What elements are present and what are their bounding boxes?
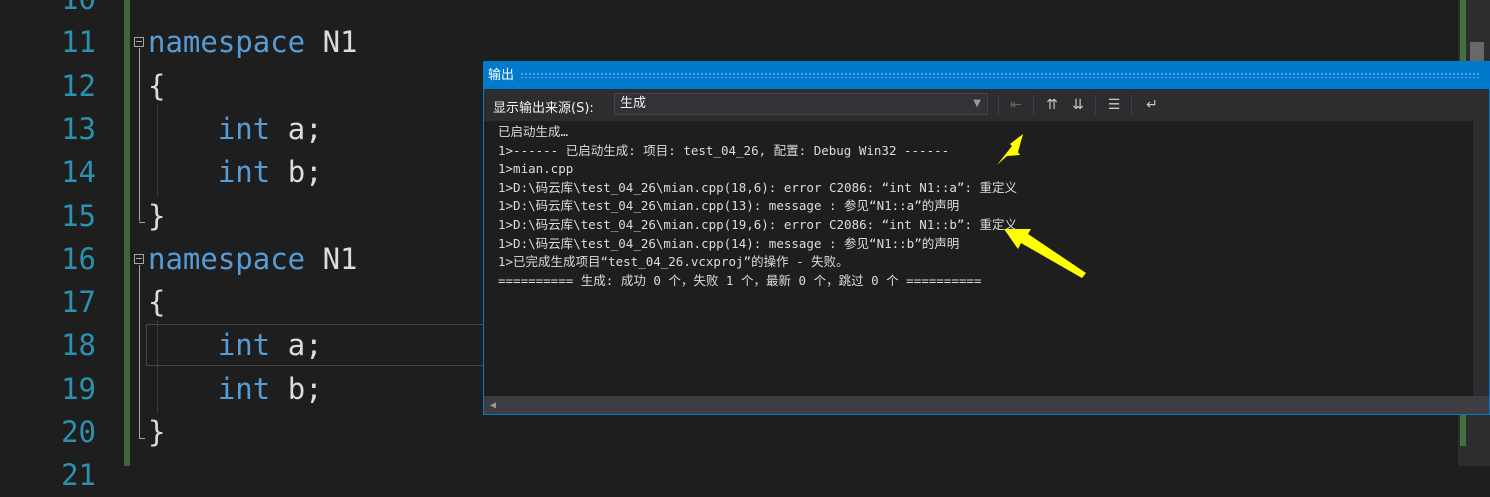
title-grip bbox=[520, 72, 1481, 78]
code-token: a; bbox=[270, 328, 323, 363]
code-keyword: namespace bbox=[148, 241, 306, 276]
line-number: 18 bbox=[61, 328, 96, 363]
code-token: } bbox=[148, 415, 166, 449]
code-token: N1 bbox=[305, 241, 358, 276]
collapse-region-icon[interactable] bbox=[134, 253, 144, 264]
code-line[interactable]: } bbox=[148, 411, 165, 454]
code-line[interactable]: { bbox=[148, 281, 165, 324]
output-line: 1>已完成生成项目“test_04_26.vcxproj”的操作 - 失败。 bbox=[498, 254, 849, 270]
code-keyword: int bbox=[217, 328, 271, 363]
output-line: 1>D:\码云库\test_04_26\mian.cpp(14): messag… bbox=[498, 235, 960, 251]
code-keyword: int bbox=[217, 371, 271, 406]
collapse-region-icon[interactable] bbox=[134, 37, 144, 48]
code-token: { bbox=[148, 285, 166, 320]
change-tracking-bar bbox=[124, 0, 130, 466]
line-number: 16 bbox=[61, 241, 96, 276]
toggle-word-wrap-icon[interactable]: ↵ bbox=[1142, 95, 1162, 115]
output-line: 1>------ 已启动生成: 项目: test_04_26, 配置: Debu… bbox=[498, 142, 950, 158]
output-source-value: 生成 bbox=[620, 96, 647, 111]
clear-all-icon[interactable]: ☰ bbox=[1104, 95, 1124, 115]
line-number: 12 bbox=[61, 68, 96, 103]
code-line[interactable]: } bbox=[148, 195, 165, 238]
line-number: 13 bbox=[61, 111, 96, 146]
code-token: b; bbox=[270, 155, 323, 190]
toolbar-separator bbox=[1095, 95, 1096, 115]
code-keyword: namespace bbox=[148, 25, 306, 60]
code-line[interactable]: namespace N1 bbox=[148, 238, 358, 281]
code-line[interactable]: { bbox=[148, 65, 165, 108]
line-number: 19 bbox=[61, 371, 96, 406]
indent-guide bbox=[157, 321, 158, 413]
toolbar-separator bbox=[1033, 95, 1034, 115]
code-token: N1 bbox=[305, 25, 358, 60]
output-toolbar: 显示输出来源(S): 生成 ▼ ⇤ ⇈ ⇊ ☰ ↵ bbox=[484, 89, 1489, 121]
fold-guide bbox=[139, 264, 140, 438]
chevron-down-icon: ▼ bbox=[973, 98, 981, 109]
output-title: 输出 bbox=[488, 68, 515, 83]
output-horizontal-scrollbar[interactable]: ◀ bbox=[484, 396, 1489, 414]
code-keyword: int bbox=[217, 155, 271, 190]
toolbar-separator bbox=[1131, 95, 1132, 115]
output-line: 1>D:\码云库\test_04_26\mian.cpp(18,6): erro… bbox=[498, 179, 1018, 195]
output-source-label: 显示输出来源(S): bbox=[493, 101, 594, 116]
output-text[interactable]: 已启动生成… 1>------ 已启动生成: 项目: test_04_26, 配置… bbox=[498, 123, 1479, 290]
line-number: 17 bbox=[61, 285, 96, 320]
code-token: { bbox=[148, 68, 166, 103]
indent-guide bbox=[157, 104, 158, 197]
goto-previous-message-icon[interactable]: ⇤ bbox=[1006, 95, 1026, 115]
code-line[interactable]: int b; bbox=[148, 368, 323, 411]
find-message-up-icon[interactable]: ⇈ bbox=[1042, 95, 1062, 115]
code-line[interactable]: namespace N1 bbox=[148, 21, 358, 64]
output-line: 1>D:\码云库\test_04_26\mian.cpp(19,6): erro… bbox=[498, 216, 1018, 232]
fold-guide bbox=[139, 48, 140, 222]
output-line: 1>D:\码云库\test_04_26\mian.cpp(13): messag… bbox=[498, 198, 960, 214]
line-number: 21 bbox=[61, 458, 96, 493]
code-line[interactable]: int a; bbox=[148, 108, 323, 151]
code-keyword: int bbox=[217, 111, 271, 146]
output-line: 已启动生成… bbox=[498, 124, 569, 139]
line-number: 10 bbox=[0, 0, 96, 21]
code-line[interactable]: int b; bbox=[148, 151, 323, 194]
fold-end bbox=[139, 221, 145, 223]
fold-end bbox=[139, 438, 145, 439]
code-token: b; bbox=[270, 371, 323, 406]
code-line[interactable]: int a; bbox=[148, 324, 323, 367]
output-window[interactable]: 输出 显示输出来源(S): 生成 ▼ ⇤ ⇈ ⇊ ☰ ↵ 已启动生成… 1>---… bbox=[483, 61, 1490, 415]
line-number: 15 bbox=[61, 198, 96, 233]
line-number: 14 bbox=[61, 155, 96, 190]
scroll-left-icon[interactable]: ◀ bbox=[490, 400, 496, 411]
find-message-down-icon[interactable]: ⇊ bbox=[1068, 95, 1088, 115]
output-line: ========== 生成: 成功 0 个，失败 1 个，最新 0 个，跳过 0… bbox=[498, 272, 982, 288]
toolbar-separator bbox=[998, 95, 999, 115]
output-vertical-scrollbar[interactable] bbox=[1473, 121, 1489, 396]
line-number: 11 bbox=[61, 25, 96, 60]
line-number: 20 bbox=[61, 415, 96, 449]
output-source-dropdown[interactable]: 生成 ▼ bbox=[614, 93, 988, 115]
code-token: } bbox=[148, 198, 166, 233]
output-line: 1>mian.cpp bbox=[498, 161, 574, 177]
output-title-bar[interactable]: 输出 bbox=[484, 62, 1489, 89]
code-token: a; bbox=[270, 111, 323, 146]
